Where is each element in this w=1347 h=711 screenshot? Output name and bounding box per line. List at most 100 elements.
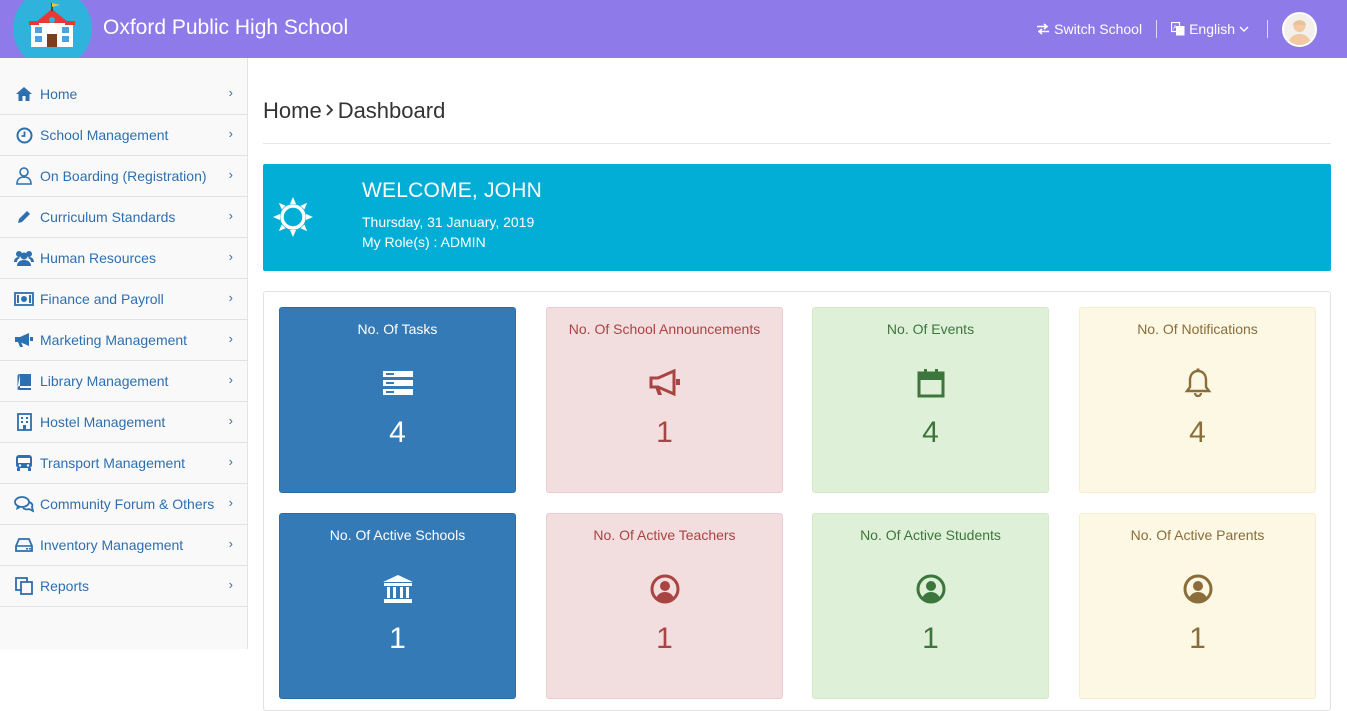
money-bill-icon [14, 289, 34, 309]
chevron-right-icon [324, 98, 336, 124]
top-header: Oxford Public High School Switch School … [0, 0, 1347, 68]
notifications-card[interactable]: No. Of Notifications 4 [1079, 307, 1316, 493]
card-value: 4 [389, 416, 406, 449]
sidebar-item-label: Inventory Management [40, 537, 184, 553]
comments-icon [14, 494, 34, 514]
pencil-icon [14, 207, 34, 227]
card-value: 1 [389, 622, 406, 655]
chevron-right-icon: › [228, 413, 233, 428]
divider [263, 143, 1331, 144]
card-title: No. Of Active Parents [1130, 527, 1265, 543]
user-avatar-icon [1284, 13, 1315, 45]
home-icon [14, 84, 34, 104]
chevron-right-icon: › [228, 536, 233, 551]
user-circle-icon [1080, 572, 1315, 606]
card-value: 1 [1189, 622, 1206, 655]
sidebar-item-inventory-management[interactable]: Inventory Management › [0, 525, 247, 566]
chevron-right-icon: › [228, 331, 233, 346]
swap-arrows-icon [1037, 23, 1050, 35]
tasks-card[interactable]: No. Of Tasks 4 [279, 307, 516, 493]
sidebar-item-label: Finance and Payroll [40, 291, 164, 307]
active-students-card[interactable]: No. Of Active Students 1 [812, 513, 1049, 699]
sidebar-item-label: Reports [40, 578, 90, 594]
card-title: No. Of School Announcements [568, 321, 761, 337]
chevron-right-icon: › [228, 290, 233, 305]
language-label: English [1189, 21, 1235, 37]
sidebar-item-community-forum[interactable]: Community Forum & Others › [0, 484, 247, 525]
breadcrumb-home[interactable]: Home [263, 98, 322, 123]
sidebar-item-marketing-management[interactable]: Marketing Management › [0, 320, 247, 361]
svg-text:A: A [1173, 26, 1177, 32]
card-title: No. Of Notifications [1137, 321, 1258, 337]
bullhorn-icon [547, 366, 782, 400]
sidebar-item-curriculum-standards[interactable]: Curriculum Standards › [0, 197, 247, 238]
hdd-icon [14, 535, 34, 555]
sun-icon [273, 197, 313, 237]
chevron-right-icon: › [228, 495, 233, 510]
sidebar-item-human-resources[interactable]: Human Resources › [0, 238, 247, 279]
sidebar-item-label: Home [40, 86, 78, 102]
announcements-card[interactable]: No. Of School Announcements 1 [546, 307, 783, 493]
active-parents-card[interactable]: No. Of Active Parents 1 [1079, 513, 1316, 699]
sidebar-item-finance-payroll[interactable]: Finance and Payroll › [0, 279, 247, 320]
university-icon [280, 572, 515, 606]
translate-icon: A [1171, 22, 1185, 36]
user-outline-icon [14, 166, 34, 186]
card-title: No. Of Active Teachers [593, 527, 736, 543]
chevron-right-icon: › [228, 577, 233, 592]
active-teachers-card[interactable]: No. Of Active Teachers 1 [546, 513, 783, 699]
sidebar-item-reports[interactable]: Reports › [0, 566, 247, 607]
school-building-icon [29, 3, 75, 47]
breadcrumb: Home Dashboard [263, 98, 445, 124]
sidebar-item-onboarding[interactable]: On Boarding (Registration) › [0, 156, 247, 197]
chevron-right-icon: › [228, 454, 233, 469]
sidebar-item-label: On Boarding (Registration) [40, 168, 207, 184]
events-card[interactable]: No. Of Events 4 [812, 307, 1049, 493]
user-avatar[interactable] [1282, 11, 1317, 47]
sidebar-item-label: Transport Management [40, 455, 185, 471]
card-value: 1 [656, 622, 673, 655]
stats-panel: No. Of Tasks 4 No. Of School Announcemen… [263, 291, 1331, 711]
school-name: Oxford Public High School [103, 16, 349, 39]
card-value: 1 [922, 622, 939, 655]
user-circle-icon [547, 572, 782, 606]
card-value: 1 [656, 416, 673, 449]
card-title: No. Of Active Students [860, 527, 1001, 543]
switch-school-button[interactable]: Switch School [1036, 21, 1142, 37]
welcome-title: WELCOME, JOHN [362, 179, 542, 202]
clock-icon [14, 125, 34, 145]
sidebar-item-hostel-management[interactable]: Hostel Management › [0, 402, 247, 443]
sidebar: Home › School Management › On Boarding (… [0, 58, 248, 649]
chevron-right-icon: › [228, 372, 233, 387]
card-value: 4 [922, 416, 939, 449]
sidebar-item-label: Library Management [40, 373, 169, 389]
welcome-date: Thursday, 31 January, 2019 [362, 214, 535, 230]
copy-icon [14, 576, 34, 596]
header-divider [1156, 20, 1158, 38]
bus-icon [14, 453, 34, 473]
sidebar-item-home[interactable]: Home › [0, 74, 247, 115]
chevron-right-icon: › [228, 208, 233, 223]
book-icon [14, 371, 34, 391]
sidebar-item-label: Curriculum Standards [40, 209, 176, 225]
user-circle-icon [813, 572, 1048, 606]
header-divider [1267, 20, 1268, 38]
sidebar-item-school-management[interactable]: School Management › [0, 115, 247, 156]
card-title: No. Of Events [886, 321, 975, 337]
card-title: No. Of Active Schools [329, 527, 466, 543]
tasks-icon [280, 366, 515, 400]
chevron-right-icon: › [228, 126, 233, 141]
language-dropdown[interactable]: A English [1171, 21, 1253, 37]
sidebar-item-label: Human Resources [40, 250, 156, 266]
switch-school-label: Switch School [1054, 21, 1143, 37]
building-icon [14, 412, 34, 432]
bullhorn-icon [14, 330, 34, 350]
welcome-banner: WELCOME, JOHN Thursday, 31 January, 2019… [263, 164, 1331, 271]
chevron-down-icon [1239, 26, 1249, 32]
sidebar-item-transport-management[interactable]: Transport Management › [0, 443, 247, 484]
bell-icon [1080, 366, 1315, 400]
sidebar-item-library-management[interactable]: Library Management › [0, 361, 247, 402]
sidebar-item-label: Community Forum & Others [40, 496, 215, 512]
active-schools-card[interactable]: No. Of Active Schools 1 [279, 513, 516, 699]
welcome-role: My Role(s) : ADMIN [362, 234, 486, 250]
